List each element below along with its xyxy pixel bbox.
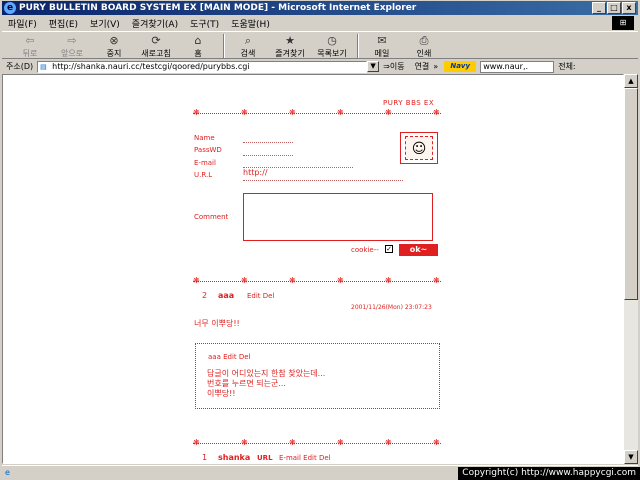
history-icon: ◷ (327, 34, 337, 47)
name-label: Name (194, 134, 215, 142)
url-underline (243, 180, 403, 181)
reply-box: aaa Edit Del 답글이 어디있는지 한참 찾았는데... 번호를 누르… (195, 343, 440, 409)
chevron-right-icon[interactable]: » (433, 62, 438, 71)
windows-logo-icon: ⊞ (612, 16, 634, 30)
address-bar: 주소(D) ▤ http://shanka.nauri.cc/testcgi/q… (2, 60, 638, 73)
scroll-thumb[interactable] (624, 88, 638, 300)
menu-tools[interactable]: 도구(T) (184, 17, 225, 30)
post-author: shanka (218, 453, 251, 462)
search-button[interactable]: ⌕ 검색 (228, 32, 268, 59)
print-button[interactable]: ⎙ 인쇄 (404, 32, 444, 59)
reply-header[interactable]: aaa Edit Del (208, 353, 251, 361)
url-field[interactable]: http:// (243, 168, 268, 177)
favorites-button[interactable]: ★ 즐겨찾기 (270, 32, 310, 59)
post-actions[interactable]: E-mail Edit Del (279, 454, 331, 462)
stop-button[interactable]: ⊗ 중지 (94, 32, 134, 59)
passwd-field[interactable] (243, 155, 293, 156)
scroll-up-button[interactable]: ▲ (624, 74, 638, 88)
vertical-scrollbar[interactable]: ▲ ▼ (624, 74, 638, 464)
comment-label: Comment (194, 213, 229, 221)
search-scope-label: 전체: (558, 62, 576, 71)
post-author: aaa (218, 291, 235, 300)
post-number[interactable]: 2 (202, 291, 207, 300)
browser-window: e PURY BULLETIN BOARD SYSTEM EX [MAIN MO… (0, 0, 640, 480)
post-body: 너무 이뿌당!! (194, 319, 240, 328)
post-number[interactable]: 1 (202, 453, 207, 462)
home-icon: ⌂ (194, 34, 202, 47)
page-content: ❋ ❋ ❋ ❋ ❋ ❋ PURY BBS EX Name PassWD E-mail U.… (2, 74, 624, 464)
maximize-button[interactable]: □ (607, 2, 621, 14)
character-icon: ☺ (405, 136, 433, 160)
page-icon: ▤ (40, 62, 47, 71)
address-url: http://shanka.nauri.cc/testcgi/qoored/pu… (52, 62, 250, 71)
passwd-label: PassWD (194, 146, 222, 154)
history-button[interactable]: ◷ 목록보기 (312, 32, 352, 59)
toolbar-separator (357, 34, 359, 58)
mail-button[interactable]: ✉ 메일 (362, 32, 402, 59)
window-title: PURY BULLETIN BOARD SYSTEM EX [MAIN MODE… (19, 3, 417, 13)
cookie-checkbox[interactable]: ✓ (385, 245, 393, 253)
menu-edit[interactable]: 편집(E) (43, 17, 84, 30)
ie-icon: e (4, 2, 16, 14)
refresh-icon: ⟳ (151, 34, 161, 47)
avatar[interactable]: ☺ (400, 132, 438, 164)
post-date: 2001/11/26(Mon) 23:07:23 (351, 304, 432, 311)
url-label: U.R.L (194, 171, 213, 179)
post-url-link[interactable]: URL (257, 454, 273, 462)
board-title: PURY BBS EX (383, 99, 435, 107)
menu-favorites[interactable]: 즐겨찾기(A) (126, 17, 184, 30)
refresh-button[interactable]: ⟳ 새로고침 (136, 32, 176, 59)
reply-line: 이뿌당!! (207, 389, 236, 398)
home-button[interactable]: ⌂ 홈 (178, 32, 218, 59)
submit-button[interactable]: ok~ (399, 244, 438, 256)
address-dropdown-button[interactable]: ▼ (367, 61, 380, 72)
navy-logo[interactable]: Navy (444, 61, 477, 72)
forward-button[interactable]: ⇨ 앞으로 (52, 32, 92, 59)
cookie-label: cookie-- (351, 246, 379, 254)
toolbar-separator (223, 34, 225, 58)
post-actions[interactable]: Edit Del (247, 292, 274, 300)
forward-arrow-icon: ⇨ (67, 34, 77, 47)
copyright-banner: Copyright(c) http://www.happycgi.com (458, 467, 640, 480)
divider: ❋ ❋ ❋ ❋ ❋ ❋ (193, 276, 441, 285)
navy-search-input[interactable]: www.naur,. (480, 60, 555, 73)
toolbar: ⇦ 뒤로 ⇨ 앞으로 ⊗ 중지 ⟳ 새로고침 ⌂ 홈 ⌕ 검색 ★ 즐겨찾기 ◷ (2, 31, 638, 59)
menu-file[interactable]: 파일(F) (2, 17, 43, 30)
divider: ❋ ❋ ❋ ❋ ❋ ❋ (193, 438, 441, 447)
address-input[interactable]: ▤ http://shanka.nauri.cc/testcgi/qoored/… (37, 60, 368, 73)
title-bar: e PURY BULLETIN BOARD SYSTEM EX [MAIN MO… (2, 1, 638, 15)
search-icon: ⌕ (244, 34, 252, 47)
links-button[interactable]: 연결 (415, 61, 430, 72)
page-status-icon: e (5, 467, 10, 477)
comment-textarea[interactable] (243, 193, 433, 241)
back-button[interactable]: ⇦ 뒤로 (10, 32, 50, 59)
scroll-down-button[interactable]: ▼ (624, 450, 638, 464)
mail-icon: ✉ (377, 34, 387, 47)
menu-help[interactable]: 도움말(H) (225, 17, 276, 30)
close-button[interactable]: x (622, 2, 636, 14)
favorites-icon: ★ (285, 34, 295, 47)
menu-view[interactable]: 보기(V) (84, 17, 126, 30)
address-label: 주소(D) (6, 62, 34, 71)
go-button[interactable]: ⇒이동 (383, 61, 404, 72)
minimize-button[interactable]: _ (592, 2, 606, 14)
menu-bar: 파일(F) 편집(E) 보기(V) 즐겨찾기(A) 도구(T) 도움말(H) ⊞ (2, 16, 638, 30)
divider: ❋ ❋ ❋ ❋ ❋ ❋ (193, 108, 441, 117)
print-icon: ⎙ (419, 34, 429, 47)
stop-icon: ⊗ (109, 34, 119, 47)
back-arrow-icon: ⇦ (25, 34, 35, 47)
email-label: E-mail (194, 159, 216, 167)
name-field[interactable] (243, 142, 293, 143)
